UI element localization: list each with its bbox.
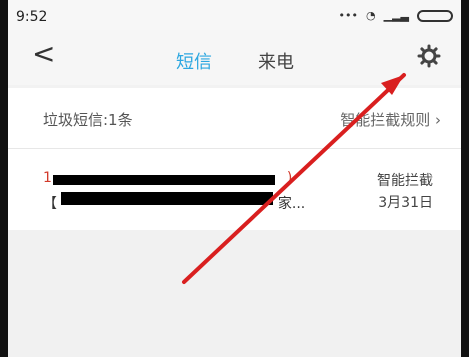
rule-label: 智能拦截规则: [340, 111, 431, 129]
status-bar: 9:52 ••• ◔ ▁▂▃: [0, 0, 469, 30]
dots-icon: •••: [338, 9, 358, 22]
sender-end: ): [286, 170, 293, 186]
wifi-icon: ◔: [366, 9, 376, 22]
tab-sms[interactable]: 短信: [176, 48, 212, 74]
spam-count: 垃圾短信:1条: [43, 111, 133, 129]
redaction-bar: [61, 192, 273, 205]
signal-icon: ▁▂▃: [383, 9, 409, 22]
battery-icon: [417, 9, 453, 22]
smart-block-tag: 智能拦截: [377, 173, 433, 189]
blocked-message-row[interactable]: 1 ) 【 家... 智能拦截 3月31日: [8, 148, 461, 230]
sender-visible: 1: [43, 170, 52, 186]
message-list: 垃圾短信:1条 智能拦截规则 › 1 ) 【 家... 智能拦截 3月31日: [8, 88, 461, 230]
spam-summary-row[interactable]: 垃圾短信:1条 智能拦截规则 ›: [8, 88, 461, 149]
status-time: 9:52: [16, 9, 48, 25]
chevron-right-icon: ›: [435, 111, 441, 129]
snippet-prefix: 【: [43, 196, 57, 212]
gear-icon[interactable]: [417, 44, 441, 68]
empty-content-area: [8, 230, 461, 357]
back-icon[interactable]: <: [32, 40, 55, 68]
message-date: 3月31日: [378, 195, 433, 211]
top-navigation: < 短信 来电: [8, 30, 461, 85]
status-icons: ••• ◔ ▁▂▃: [339, 9, 453, 22]
tab-call[interactable]: 来电: [258, 48, 294, 74]
snippet-suffix: 家...: [277, 196, 306, 212]
redaction-bar: [53, 175, 275, 185]
smart-block-rules-link[interactable]: 智能拦截规则 ›: [340, 109, 441, 130]
